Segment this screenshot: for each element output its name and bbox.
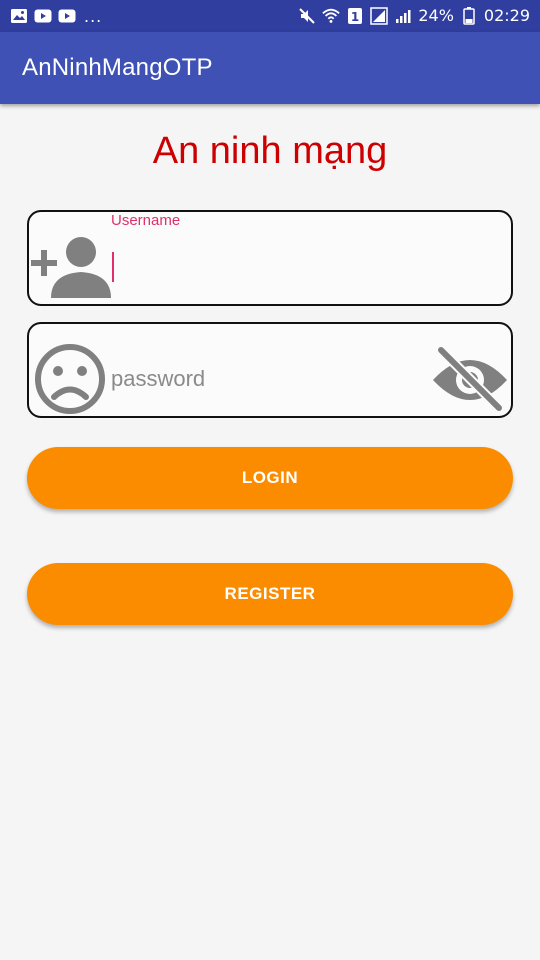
register-button[interactable]: REGISTER bbox=[27, 563, 513, 625]
add-person-icon bbox=[31, 236, 111, 298]
battery-icon bbox=[460, 7, 478, 25]
battery-percent: 24% bbox=[418, 6, 454, 25]
visibility-off-icon[interactable] bbox=[431, 344, 509, 416]
mute-icon bbox=[298, 7, 316, 25]
login-button[interactable]: LOGIN bbox=[27, 447, 513, 509]
app-title: AnNinhMangOTP bbox=[22, 54, 213, 81]
sad-face-icon bbox=[33, 342, 107, 416]
status-bar-notifications: ... bbox=[10, 7, 102, 26]
svg-text:1: 1 bbox=[351, 10, 359, 24]
clock: 02:29 bbox=[483, 6, 530, 25]
username-label: Username bbox=[111, 212, 181, 229]
text-cursor bbox=[112, 252, 114, 282]
status-bar: ... 1 24% 02:29 bbox=[0, 0, 540, 32]
image-icon bbox=[10, 7, 28, 25]
password-placeholder: password bbox=[111, 366, 206, 391]
signal-icon bbox=[394, 7, 412, 25]
wifi-icon bbox=[322, 7, 341, 25]
username-field[interactable]: Username bbox=[27, 210, 513, 306]
youtube-icon bbox=[58, 7, 76, 25]
sim-1-icon: 1 bbox=[346, 7, 364, 25]
app-bar: AnNinhMangOTP bbox=[0, 32, 540, 104]
page-title: An ninh mạng bbox=[152, 130, 388, 172]
more-notifications: ... bbox=[84, 6, 103, 26]
password-field[interactable]: password bbox=[27, 322, 513, 418]
status-bar-system: 1 24% 02:29 bbox=[298, 7, 530, 25]
signal-icon bbox=[370, 7, 389, 25]
youtube-icon bbox=[34, 7, 52, 25]
